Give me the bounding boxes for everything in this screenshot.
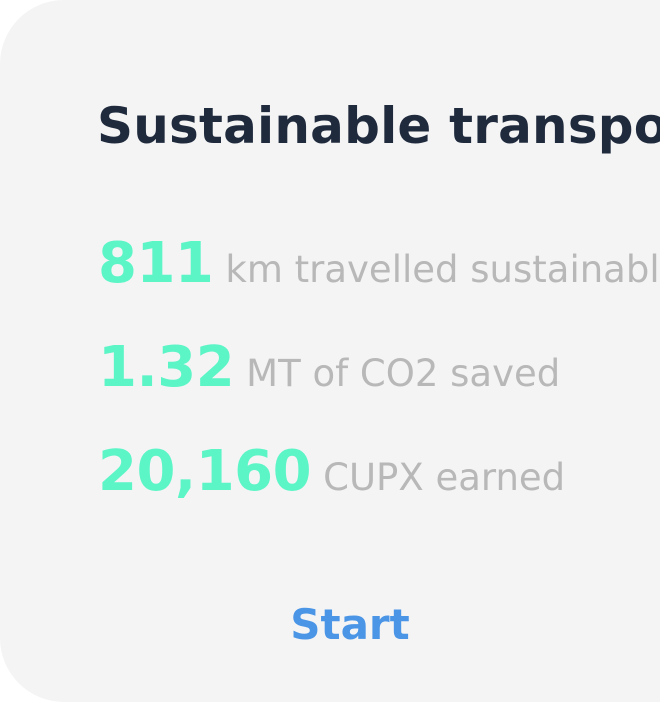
stat-distance-label: km travelled sustainably bbox=[225, 248, 660, 291]
stat-cupx: 20,160 CUPX earned bbox=[98, 440, 565, 504]
stat-cupx-value: 20,160 bbox=[98, 439, 312, 504]
stat-distance-value: 811 bbox=[98, 231, 214, 296]
stat-co2-value: 1.32 bbox=[98, 335, 235, 400]
stat-co2-label: MT of CO2 saved bbox=[246, 352, 561, 395]
stat-cupx-label: CUPX earned bbox=[323, 456, 566, 499]
viewport: Sustainable transport 811 km travelled s… bbox=[0, 0, 660, 702]
start-button[interactable]: Start bbox=[260, 592, 440, 656]
stat-co2: 1.32 MT of CO2 saved bbox=[98, 336, 560, 400]
stat-distance: 811 km travelled sustainably bbox=[98, 232, 660, 296]
card-title: Sustainable transport bbox=[97, 97, 660, 155]
